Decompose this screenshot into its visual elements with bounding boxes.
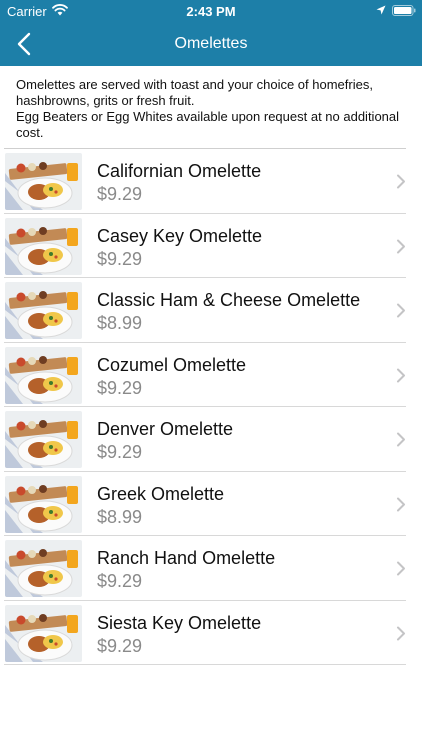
menu-item-row[interactable]: Cozumel Omelette $9.29 — [0, 343, 422, 407]
location-icon — [376, 5, 386, 15]
menu-item-price: $9.29 — [97, 442, 143, 462]
chevron-right-icon — [397, 561, 405, 576]
food-photo — [5, 604, 82, 662]
menu-item-row[interactable]: Denver Omelette $9.29 — [0, 407, 422, 472]
menu-item-row[interactable]: Siesta Key Omelette $9.29 — [0, 601, 422, 665]
intro-text: Omelettes are served with toast and your… — [16, 77, 408, 141]
chevron-right-icon — [397, 368, 405, 382]
menu-item-name: Denver Omelette — [97, 419, 234, 439]
menu-item-name: Casey Key Omelette — [97, 225, 263, 246]
menu-item-price: $9.29 — [97, 184, 143, 204]
chevron-right-icon — [397, 432, 405, 447]
menu-item-name: Ranch Hand Omelette — [97, 548, 276, 568]
food-photo — [5, 153, 82, 210]
menu-item-row[interactable]: Californian Omelette $9.29 — [0, 149, 422, 214]
menu-item-price: $9.29 — [97, 635, 143, 656]
menu-item-row[interactable]: Ranch Hand Omelette $9.29 — [0, 536, 422, 601]
chevron-right-icon — [397, 174, 405, 189]
food-photo — [5, 282, 82, 339]
menu-item-row[interactable]: Classic Ham & Cheese Omelette $8.99 — [0, 278, 422, 343]
chevron-right-icon — [397, 497, 405, 511]
chevron-right-icon — [397, 303, 405, 318]
menu-item-name: Greek Omelette — [97, 483, 225, 504]
header: Carrier 2:43 PM Omelettes — [0, 0, 422, 66]
intro-line-egg-options: Egg Beaters or Egg Whites available upon… — [16, 109, 400, 140]
nav-bar: Omelettes — [0, 22, 422, 66]
menu-item-name: Siesta Key Omelette — [97, 612, 262, 633]
menu-item-price: $8.99 — [97, 506, 143, 527]
chevron-right-icon — [397, 239, 405, 253]
menu-item-price: $9.29 — [97, 571, 143, 591]
menu-item-row[interactable]: Greek Omelette $8.99 — [0, 472, 422, 536]
menu-item-price: $8.99 — [97, 313, 143, 333]
menu-item-name: Cozumel Omelette — [97, 354, 247, 375]
food-photo — [5, 475, 82, 533]
intro-line-sides: Omelettes are served with toast and your… — [16, 77, 373, 108]
food-photo — [5, 540, 82, 597]
food-photo — [5, 346, 82, 404]
battery-icon — [392, 5, 416, 16]
row-divider — [4, 664, 406, 665]
food-photo — [5, 217, 82, 275]
menu-item-price: $9.29 — [97, 248, 143, 269]
food-photo — [5, 411, 82, 468]
menu-item-name: Californian Omelette — [97, 161, 262, 181]
menu-item-price: $9.29 — [97, 377, 143, 398]
status-time: 2:43 PM — [186, 4, 236, 19]
chevron-right-icon — [397, 626, 405, 640]
menu-item-name: Classic Ham & Cheese Omelette — [97, 290, 361, 310]
status-bar: Carrier 2:43 PM — [0, 0, 422, 22]
menu-item-row[interactable]: Casey Key Omelette $9.29 — [0, 214, 422, 278]
page-title: Omelettes — [174, 35, 248, 52]
